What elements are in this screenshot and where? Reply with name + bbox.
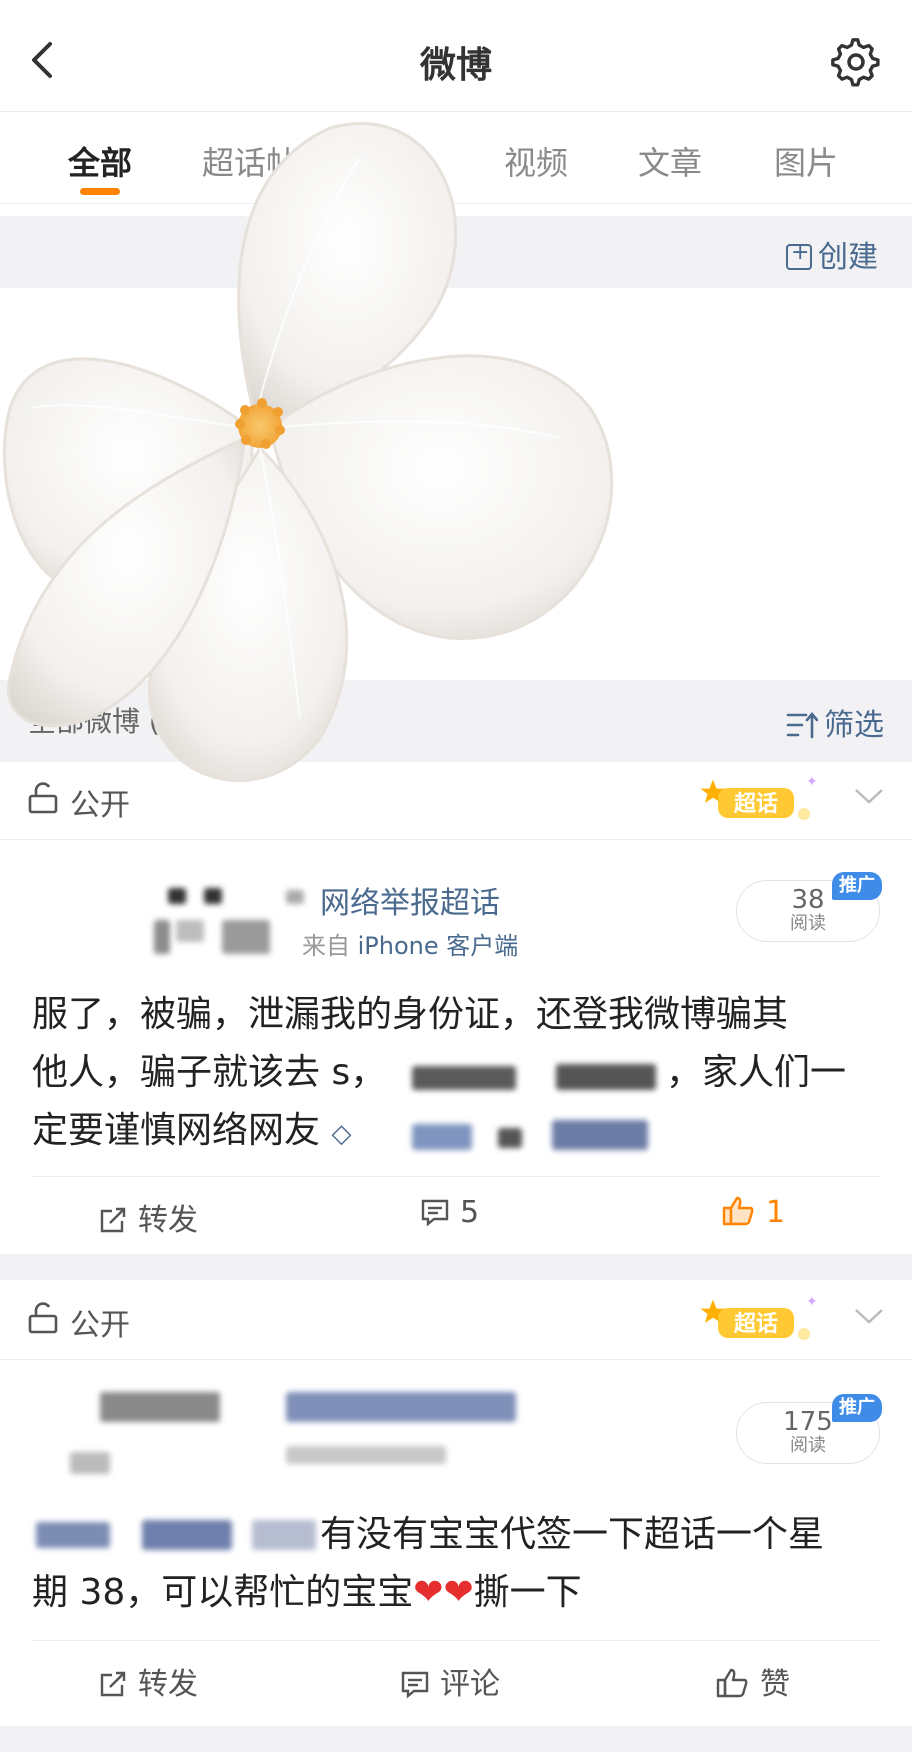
- blurred-text: [412, 1066, 516, 1090]
- blurred-text: [412, 1124, 472, 1150]
- post-topic-link[interactable]: 网络举报超话: [320, 878, 500, 922]
- svg-text:✦: ✦: [806, 774, 816, 790]
- supertopic-badge-icon: 超话 ✦: [700, 1294, 816, 1340]
- like-button[interactable]: 1: [722, 1195, 785, 1230]
- read-label: 阅读: [790, 1435, 826, 1456]
- heart-icon: ❤: [413, 1572, 444, 1613]
- white-flower-sticker: [2, 122, 614, 783]
- blurred-text: [252, 1520, 316, 1550]
- create-label: 创建: [818, 240, 878, 275]
- badge-label: 超话: [734, 1312, 778, 1337]
- chevron-down-icon[interactable]: [852, 1302, 886, 1330]
- promote-badge[interactable]: 推广: [832, 872, 882, 900]
- post-text-line: 有没有宝宝代签一下超话一个星: [32, 1506, 884, 1564]
- blurred-date: [222, 920, 270, 954]
- blurred-username: [100, 1392, 220, 1422]
- tab-images[interactable]: 图片: [774, 138, 838, 184]
- filter-icon: [786, 711, 819, 739]
- share-icon: [100, 1671, 126, 1697]
- add-square-icon: [786, 240, 812, 270]
- chevron-down-icon[interactable]: [852, 782, 886, 810]
- heart-icon: ❤: [443, 1572, 474, 1613]
- promote-badge[interactable]: 推广: [832, 1394, 882, 1422]
- blurred-text: [142, 1520, 232, 1550]
- blurred-username: [204, 888, 222, 904]
- post-visibility-bar: 公开 超话 ✦: [0, 1282, 912, 1360]
- post-separator: [0, 1254, 912, 1280]
- post-actions: 转发 5 1: [32, 1176, 880, 1254]
- share-icon: [100, 1207, 126, 1233]
- blurred-date: [176, 920, 204, 942]
- post-source: 来自 iPhone 客户端: [302, 926, 518, 961]
- source-prefix: 来自: [302, 932, 358, 960]
- repost-button[interactable]: 转发: [98, 1195, 198, 1239]
- blurred-avatar: [168, 888, 186, 904]
- post-body: 服了，被骗，泄漏我的身份证，还登我微博骗其 他人，骗子就该去 s， ，家人们一 …: [32, 986, 884, 1163]
- blurred-text: [36, 1522, 110, 1548]
- post-text-line: 服了，被骗，泄漏我的身份证，还登我微博骗其: [32, 994, 789, 1035]
- badge-label: 超话: [734, 792, 778, 817]
- settings-gear-icon[interactable]: [830, 36, 882, 88]
- blurred-date: [154, 920, 170, 954]
- comment-button[interactable]: 5: [420, 1195, 479, 1230]
- blurred-text: [498, 1128, 522, 1148]
- comment-button[interactable]: 评论: [400, 1659, 500, 1703]
- blurred-source: [286, 1446, 446, 1464]
- post-text-line: 他人，骗子就该去 s， ，家人们一: [32, 1052, 847, 1093]
- post-separator: [0, 1726, 912, 1752]
- source-client: iPhone 客户端: [357, 932, 519, 960]
- thumbs-up-icon: [722, 1196, 754, 1226]
- repost-button[interactable]: 转发: [98, 1659, 198, 1703]
- unlock-icon: [28, 1302, 58, 1334]
- post-text-line: 期 38，可以帮忙的宝宝❤❤撕一下: [32, 1572, 582, 1613]
- app-header: 微博: [0, 0, 912, 112]
- tab-articles[interactable]: 文章: [638, 138, 702, 184]
- blurred-topic: [286, 1392, 516, 1422]
- read-label: 阅读: [790, 913, 826, 934]
- like-button[interactable]: 赞: [716, 1659, 790, 1703]
- svg-text:✦: ✦: [806, 1294, 816, 1310]
- blurred-date: [70, 1452, 110, 1474]
- thumbs-up-icon: [716, 1668, 748, 1698]
- blurred-text: [556, 1064, 656, 1090]
- create-group-button[interactable]: 创建: [786, 232, 878, 276]
- post-actions: 转发 评论 赞: [32, 1640, 880, 1718]
- blurred-text: [552, 1120, 648, 1150]
- visibility-label: 公开: [70, 1308, 130, 1343]
- diamond-icon: ◇: [331, 1119, 352, 1149]
- comment-icon: [421, 1199, 449, 1227]
- blurred-username: [286, 890, 304, 904]
- filter-button[interactable]: 筛选: [786, 700, 884, 744]
- supertopic-badge-icon: 超话 ✦: [700, 774, 816, 820]
- post-text-line: 定要谨慎网络网友 ◇: [32, 1102, 884, 1163]
- page-title: 微博: [419, 45, 492, 86]
- comment-icon: [401, 1671, 429, 1699]
- post-body: 有没有宝宝代签一下超话一个星 期 38，可以帮忙的宝宝❤❤撕一下: [32, 1506, 884, 1622]
- filter-label: 筛选: [824, 708, 884, 743]
